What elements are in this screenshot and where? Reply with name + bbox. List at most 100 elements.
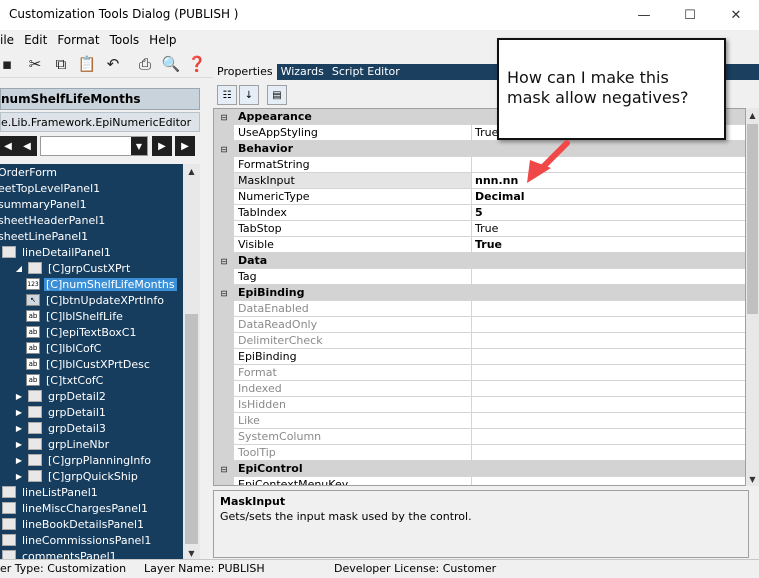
tree-item[interactable]: lineBookDetailsPanel1 — [2, 516, 146, 532]
tab-wizards[interactable]: Wizards — [277, 64, 328, 80]
scroll-down-icon[interactable]: ▼ — [183, 546, 200, 560]
tree-item[interactable]: ab [C]txtCofC — [26, 372, 105, 388]
grid-scroll-thumb[interactable] — [747, 124, 758, 314]
tree-item[interactable]: lineDetailPanel1 — [2, 244, 113, 260]
tab-script-editor[interactable]: Script Editor — [328, 64, 404, 80]
property-category[interactable]: ⊟ EpiControl — [214, 461, 745, 477]
tree-item[interactable]: ab [C]lblCofC — [26, 340, 103, 356]
property-category[interactable]: ⊟ Data — [214, 253, 745, 269]
menu-tools[interactable]: Tools — [110, 33, 140, 47]
tree-item[interactable]: ab [C]lblShelfLife — [26, 308, 125, 324]
property-value[interactable]: Decimal — [475, 190, 525, 203]
property-value[interactable]: 5 — [475, 206, 483, 219]
property-value[interactable]: True — [475, 222, 498, 235]
grid-scrollbar[interactable]: ▲ ▼ — [746, 108, 759, 486]
property-row[interactable]: ToolTip — [214, 445, 745, 461]
tree-item[interactable]: ↖ [C]btnUpdateXPrtInfo — [26, 292, 166, 308]
nav-first-button[interactable]: ◀ — [0, 136, 18, 156]
maximize-button[interactable]: ☐ — [667, 0, 713, 30]
cut-button[interactable]: ✂ — [24, 53, 46, 75]
menu-format[interactable]: Format — [57, 33, 99, 47]
expand-icon[interactable]: ▶ — [14, 472, 24, 481]
control-select[interactable]: ▼ — [40, 136, 148, 156]
tree-item[interactable]: ◢ [C]grpCustXPrt — [14, 260, 132, 276]
nav-next-button[interactable]: ▶ — [152, 136, 172, 156]
property-row[interactable]: Like — [214, 413, 745, 429]
menu-help[interactable]: Help — [149, 33, 176, 47]
tree-scrollbar[interactable]: ▲ ▼ — [183, 164, 200, 560]
close-button[interactable]: ✕ — [713, 0, 759, 30]
collapse-icon[interactable]: ⊟ — [214, 109, 234, 125]
nav-prev-button[interactable]: ◀ — [17, 136, 37, 156]
property-pages-button[interactable]: ▤ — [267, 85, 287, 105]
collapse-icon[interactable]: ⊟ — [214, 253, 234, 269]
tree-item[interactable]: ▶ grpDetail1 — [14, 404, 108, 420]
property-row[interactable]: EpiContextMenuKey — [214, 477, 745, 485]
minimize-button[interactable]: — — [621, 0, 667, 30]
property-value[interactable]: True — [475, 238, 502, 251]
property-category[interactable]: ⊟ EpiBinding — [214, 285, 745, 301]
tree-item[interactable]: lineCommissionsPanel1 — [2, 532, 153, 548]
expand-icon[interactable]: ▶ — [14, 440, 24, 449]
property-row[interactable]: Indexed — [214, 381, 745, 397]
tree-item[interactable]: ab [C]lblCustXPrtDesc — [26, 356, 152, 372]
property-row[interactable]: NumericType Decimal — [214, 189, 745, 205]
property-row[interactable]: SystemColumn — [214, 429, 745, 445]
property-row[interactable]: Format — [214, 365, 745, 381]
print-button[interactable]: ⎙ — [134, 53, 156, 75]
property-value[interactable]: True — [475, 126, 498, 139]
tree-item[interactable]: OrderForm — [0, 164, 59, 180]
menu-edit[interactable]: Edit — [24, 33, 47, 47]
tree-item[interactable]: 123 [C]numShelfLifeMonths — [26, 276, 177, 292]
tree-item[interactable]: sheetHeaderPanel1 — [0, 212, 107, 228]
scroll-up-icon[interactable]: ▲ — [746, 108, 759, 122]
property-row[interactable]: DataEnabled — [214, 301, 745, 317]
scroll-up-icon[interactable]: ▲ — [183, 164, 200, 178]
help-button[interactable]: ❓ — [186, 53, 208, 75]
property-grid[interactable]: ⊟ Appearance UseAppStyling True ⊟ Behavior For… — [213, 108, 746, 486]
property-row[interactable]: TabStop True — [214, 221, 745, 237]
property-category[interactable]: ⊟ Behavior — [214, 141, 745, 157]
tree-item[interactable]: ▶ grpDetail2 — [14, 388, 108, 404]
tree-item[interactable]: eetTopLevelPanel1 — [0, 180, 102, 196]
expand-icon[interactable]: ▶ — [14, 456, 24, 465]
property-row[interactable]: DelimiterCheck — [214, 333, 745, 349]
property-value[interactable]: nnn.nn — [475, 174, 518, 187]
save-button[interactable]: ▪ — [0, 53, 18, 75]
tree-item[interactable]: ▶ [C]grpPlanningInfo — [14, 452, 153, 468]
property-row[interactable]: Tag — [214, 269, 745, 285]
paste-button[interactable]: 📋 — [76, 53, 98, 75]
tree-item[interactable]: summaryPanel1 — [0, 196, 89, 212]
property-row[interactable]: MaskInput nnn.nn — [214, 173, 745, 189]
tree-item[interactable]: sheetLinePanel1 — [0, 228, 90, 244]
collapse-icon[interactable]: ◢ — [14, 264, 24, 273]
undo-button[interactable]: ↶ — [102, 53, 124, 75]
property-row[interactable]: DataReadOnly — [214, 317, 745, 333]
expand-icon[interactable]: ▶ — [14, 424, 24, 433]
scroll-down-icon[interactable]: ▼ — [746, 472, 759, 486]
print-preview-button[interactable]: 🔍 — [160, 53, 182, 75]
expand-icon[interactable]: ▶ — [14, 392, 24, 401]
control-tree[interactable]: commentsPanel1 lineCommissionsPanel1 lineB… — [0, 164, 200, 560]
property-row[interactable]: FormatString — [214, 157, 745, 173]
tree-item[interactable]: ▶ grpDetail3 — [14, 420, 108, 436]
property-row[interactable]: EpiBinding — [214, 349, 745, 365]
menu-file[interactable]: ile — [0, 33, 14, 47]
property-row[interactable]: IsHidden — [214, 397, 745, 413]
alphabetical-button[interactable]: ↓ — [239, 85, 259, 105]
categorized-button[interactable]: ☷ — [217, 85, 237, 105]
expand-icon[interactable]: ▶ — [14, 408, 24, 417]
property-row[interactable]: TabIndex 5 — [214, 205, 745, 221]
property-row[interactable]: Visible True — [214, 237, 745, 253]
copy-button[interactable]: ⧉ — [50, 53, 72, 75]
tree-item[interactable]: ▶ [C]grpQuickShip — [14, 468, 140, 484]
collapse-icon[interactable]: ⊟ — [214, 141, 234, 157]
collapse-icon[interactable]: ⊟ — [214, 461, 234, 477]
tree-item[interactable]: lineMiscChargesPanel1 — [2, 500, 150, 516]
tree-scroll-thumb[interactable] — [185, 314, 198, 544]
tree-item[interactable]: ▶ grpLineNbr — [14, 436, 111, 452]
collapse-icon[interactable]: ⊟ — [214, 285, 234, 301]
tab-properties[interactable]: Properties — [213, 64, 277, 80]
tree-item[interactable]: ab [C]epiTextBoxC1 — [26, 324, 138, 340]
tree-item[interactable]: lineListPanel1 — [2, 484, 100, 500]
